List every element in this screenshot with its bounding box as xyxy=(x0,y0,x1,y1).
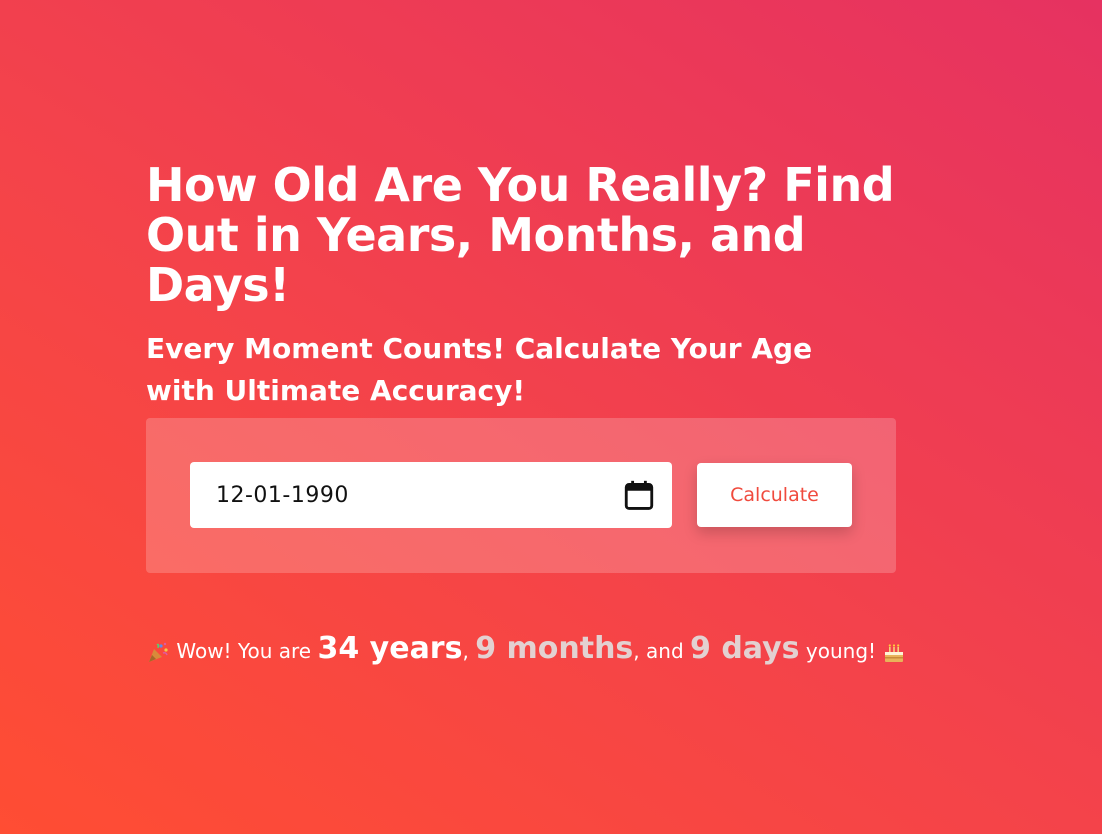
result-months: 9 months xyxy=(475,631,634,666)
result-suffix: young! xyxy=(805,639,877,663)
result-prefix: Wow! You are xyxy=(176,639,312,663)
result-days: 9 days xyxy=(690,631,800,666)
calculate-button[interactable]: Calculate xyxy=(697,463,852,527)
page-title: How Old Are You Really? Find Out in Year… xyxy=(146,158,895,312)
party-popper-icon xyxy=(149,642,168,662)
birthdate-value: 12-01-1990 xyxy=(216,482,349,508)
age-result: Wow! You are 34 years, 9 months, and 9 d… xyxy=(146,626,906,674)
age-form-panel: 12-01-1990 Calculate xyxy=(146,418,896,573)
result-separator-1: , xyxy=(462,639,469,663)
calendar-icon[interactable] xyxy=(622,477,656,513)
page-subtitle: Every Moment Counts! Calculate Your Age … xyxy=(146,332,813,407)
birthdate-input[interactable]: 12-01-1990 xyxy=(190,462,672,528)
birthday-cake-icon xyxy=(885,643,904,662)
result-years: 34 years xyxy=(317,631,463,666)
hero: How Old Are You Really? Find Out in Year… xyxy=(146,160,906,412)
result-separator-2: , and xyxy=(633,639,684,663)
